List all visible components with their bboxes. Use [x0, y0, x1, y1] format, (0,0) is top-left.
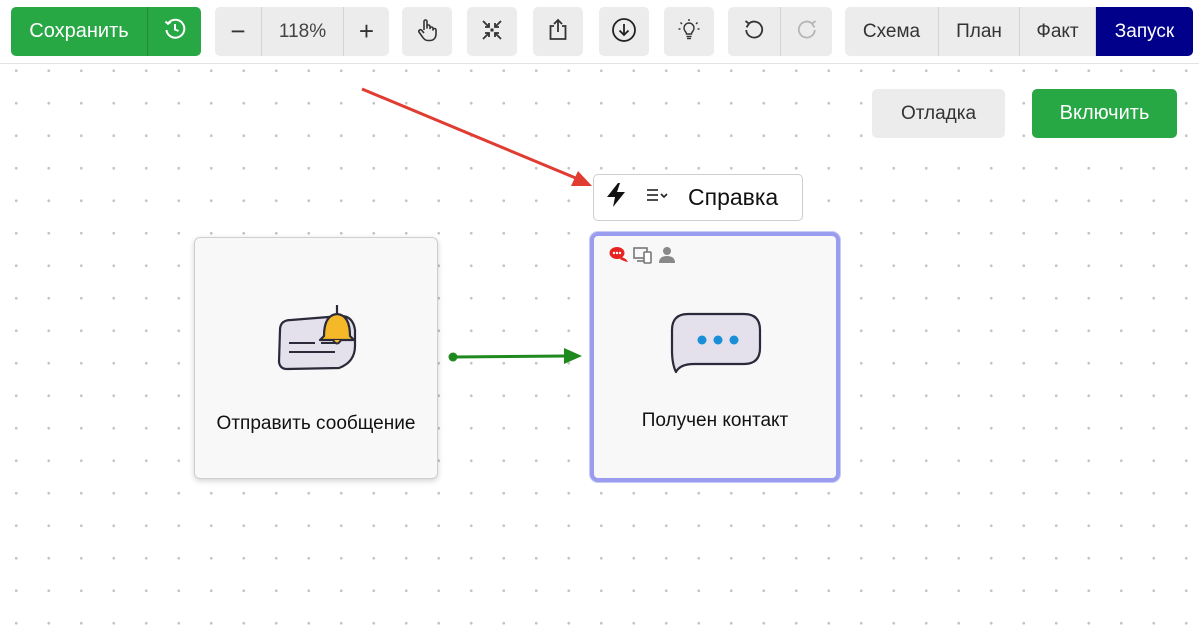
lightning-icon	[605, 182, 627, 213]
node-send-message[interactable]: Отправить сообщение	[194, 237, 438, 479]
annotation-arrow	[361, 87, 592, 186]
top-toolbar: Сохранить − 118% + Схема План Факт Запус…	[0, 0, 1199, 64]
fit-view-button[interactable]	[467, 7, 517, 56]
tab-fact[interactable]: Факт	[1019, 7, 1095, 56]
node-label: Получен контакт	[641, 410, 789, 431]
node-badges	[608, 244, 677, 265]
hints-button[interactable]	[664, 7, 714, 56]
tab-run[interactable]: Запуск	[1095, 7, 1193, 56]
download-button[interactable]	[599, 7, 649, 56]
save-group: Сохранить	[11, 7, 201, 56]
share-button[interactable]	[533, 7, 583, 56]
tab-plan[interactable]: План	[938, 7, 1019, 56]
history-icon	[163, 17, 187, 47]
trigger-button[interactable]	[594, 175, 638, 220]
redo-icon	[796, 18, 818, 46]
tab-schema[interactable]: Схема	[845, 7, 938, 56]
history-controls	[728, 7, 832, 56]
zoom-out-button[interactable]: −	[215, 7, 261, 56]
collapse-icon	[480, 18, 504, 45]
devices-icon	[632, 244, 653, 265]
person-icon	[656, 244, 677, 265]
enable-button[interactable]: Включить	[1032, 89, 1177, 138]
list-menu-icon	[645, 186, 671, 209]
chat-bubble-dots-icon	[670, 312, 762, 379]
pan-tool-button[interactable]	[402, 7, 452, 56]
redo-button[interactable]	[780, 7, 832, 56]
zoom-control: − 118% +	[215, 7, 389, 56]
workflow-canvas[interactable]: Сохранить − 118% + Схема План Факт Запус…	[0, 0, 1199, 635]
node-label: Отправить сообщение	[216, 413, 416, 434]
message-bell-icon	[275, 302, 359, 379]
view-tabs: Схема План Факт Запуск	[845, 7, 1193, 56]
share-icon	[547, 18, 569, 45]
undo-button[interactable]	[728, 7, 780, 56]
zoom-level: 118%	[261, 7, 343, 56]
save-button[interactable]: Сохранить	[11, 7, 147, 56]
chat-red-icon	[608, 244, 629, 265]
node-contact-received[interactable]: Получен контакт	[590, 232, 840, 482]
menu-dropdown-button[interactable]	[638, 175, 678, 220]
lightbulb-icon	[676, 17, 702, 46]
history-button[interactable]	[147, 7, 201, 56]
hand-pointer-icon	[416, 18, 438, 45]
debug-button[interactable]: Отладка	[872, 89, 1005, 138]
undo-icon	[743, 18, 765, 46]
download-icon	[611, 17, 637, 46]
node-context-toolbar: Справка	[593, 174, 803, 221]
connector-arrow[interactable]	[448, 348, 583, 364]
zoom-in-button[interactable]: +	[343, 7, 389, 56]
help-link[interactable]: Справка	[688, 184, 778, 211]
